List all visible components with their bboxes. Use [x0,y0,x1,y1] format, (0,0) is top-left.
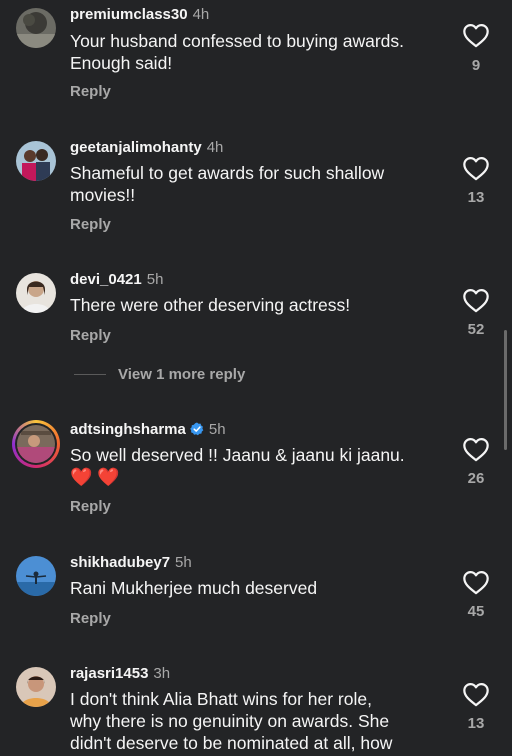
username[interactable]: shikhadubey7 [70,554,170,571]
view-more-label: View 1 more reply [118,366,246,383]
like-count: 52 [467,321,485,338]
like-count: 13 [467,189,485,206]
username[interactable]: rajasri1453 [70,665,148,682]
avatar[interactable] [16,8,56,48]
comment-line: There were other deserving actress! [70,295,351,315]
avatar[interactable] [16,141,56,181]
heart-icon[interactable] [462,155,490,181]
comment-meta: rajasri1453 3h [70,665,170,683]
heart-icon[interactable] [462,681,490,707]
like-count: 9 [471,57,481,74]
avatar-image [17,425,55,463]
comment-text: Rani Mukherjee much deserved [70,577,455,599]
username[interactable]: premiumclass30 [70,6,188,23]
timestamp: 5h [175,554,192,571]
username[interactable]: devi_0421 [70,271,142,288]
heart-icon[interactable] [462,22,490,48]
view-more-replies[interactable]: View 1 more reply [70,366,245,383]
avatar[interactable] [16,556,56,596]
comment-line: didn't deserve to be nominated at all, h… [70,733,393,753]
heart-icon[interactable] [462,569,490,595]
reply-button[interactable]: Reply [70,610,111,627]
comment-line: So well deserved !! Jaanu & jaanu ki jaa… [70,445,405,465]
timestamp: 5h [146,271,164,288]
comment-meta: devi_0421 5h [70,271,163,289]
reply-button[interactable]: Reply [70,498,111,515]
comment-text: Your husband confessed to buying awards.… [70,30,455,74]
avatar[interactable] [16,273,56,313]
username[interactable]: geetanjalimohanty [70,139,202,156]
avatar-ring [15,423,57,465]
like-count: 26 [467,470,485,487]
comment-line: movies!! [70,185,136,205]
comment-meta: shikhadubey7 5h [70,554,192,572]
heart-icon[interactable] [462,287,490,313]
comment-text: Shameful to get awards for such shallow … [70,162,455,206]
comment-line: Shameful to get awards for such shallow [70,163,385,183]
avatar[interactable] [12,420,60,468]
comment-meta: geetanjalimohanty 4h [70,139,223,157]
timestamp: 3h [153,665,171,682]
comment-text: I don't think Alia Bhatt wins for her ro… [70,688,455,754]
comment-text: There were other deserving actress! [70,294,455,316]
timestamp: 4h [192,6,210,23]
heart-emoji: ❤️ ❤️ [70,467,120,487]
comment-line: I don't think Alia Bhatt wins for her ro… [70,689,372,709]
scrollbar[interactable] [504,330,507,450]
reply-button[interactable]: Reply [70,83,111,100]
avatar[interactable] [16,667,56,707]
reply-button[interactable]: Reply [70,327,111,344]
comment-line: Enough said! [70,53,173,73]
comment-meta: premiumclass30 4h [70,6,209,24]
timestamp: 5h [208,421,226,438]
username[interactable]: adtsinghsharma [70,421,186,438]
reply-button[interactable]: Reply [70,216,111,233]
comment-line: Rani Mukherjee much deserved [70,578,318,598]
comment-text: So well deserved !! Jaanu & jaanu ki jaa… [70,444,455,488]
comment-line: Your husband confessed to buying awards. [70,31,405,51]
comment-meta: adtsinghsharma 5h [70,421,226,439]
like-count: 45 [467,603,485,620]
divider [74,374,106,375]
verified-badge-icon [190,422,204,436]
comment-line: why there is no genuinity on awards. She [70,711,390,731]
timestamp: 4h [206,139,224,156]
like-count: 13 [467,715,485,732]
heart-icon[interactable] [462,436,490,462]
